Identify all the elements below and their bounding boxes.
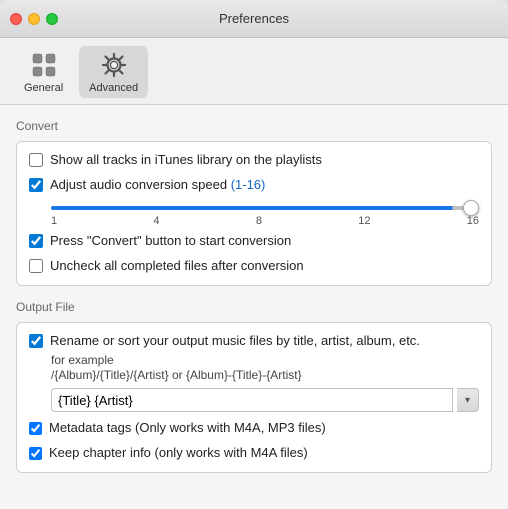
tick-1: 1 xyxy=(51,215,57,227)
show-all-tracks-row: Show all tracks in iTunes library on the… xyxy=(29,152,479,169)
general-tab-label: General xyxy=(24,82,63,94)
rename-label: Rename or sort your output music files b… xyxy=(50,333,420,350)
press-convert-row: Press "Convert" button to start conversi… xyxy=(29,233,479,250)
uncheck-completed-checkbox[interactable] xyxy=(29,259,43,273)
example-path: /{Album}/{Title}/{Artist} or {Album}-{Ti… xyxy=(51,368,479,382)
content-area: Convert Show all tracks in iTunes librar… xyxy=(0,105,508,509)
press-convert-checkbox[interactable] xyxy=(29,234,43,248)
advanced-tab-label: Advanced xyxy=(89,82,138,94)
close-button[interactable] xyxy=(10,13,22,25)
output-section-title: Output File xyxy=(16,300,492,314)
show-all-tracks-label: Show all tracks in iTunes library on the… xyxy=(50,152,322,169)
template-input[interactable] xyxy=(51,388,453,412)
tick-8: 8 xyxy=(256,215,262,227)
speed-slider[interactable] xyxy=(51,206,479,210)
titlebar: Preferences xyxy=(0,0,508,38)
adjust-speed-range: (1-16) xyxy=(231,177,266,192)
tab-advanced[interactable]: Advanced xyxy=(79,46,148,98)
minimize-button[interactable] xyxy=(28,13,40,25)
tick-4: 4 xyxy=(153,215,159,227)
chapter-row: Keep chapter info (only works with M4A f… xyxy=(29,445,479,462)
tick-12: 12 xyxy=(358,215,370,227)
press-convert-label: Press "Convert" button to start conversi… xyxy=(50,233,291,250)
gear-icon xyxy=(99,50,129,80)
adjust-speed-checkbox[interactable] xyxy=(29,178,43,192)
speed-slider-container: 1 4 8 12 16 xyxy=(51,198,479,227)
general-icon xyxy=(29,50,59,80)
adjust-speed-label: Adjust audio conversion speed (1-16) xyxy=(50,177,265,194)
show-all-tracks-checkbox[interactable] xyxy=(29,153,43,167)
uncheck-completed-row: Uncheck all completed files after conver… xyxy=(29,258,479,275)
rename-checkbox[interactable] xyxy=(29,334,43,348)
speed-slider-wrapper xyxy=(51,198,479,213)
tick-16: 16 xyxy=(467,215,479,227)
template-input-row: ▾ xyxy=(51,388,479,412)
dropdown-chevron-icon: ▾ xyxy=(465,395,470,406)
traffic-lights xyxy=(10,13,58,25)
convert-section-box: Show all tracks in iTunes library on the… xyxy=(16,141,492,286)
metadata-label: Metadata tags (Only works with M4A, MP3 … xyxy=(49,420,326,437)
chapter-checkbox[interactable] xyxy=(29,447,42,460)
window-title: Preferences xyxy=(219,11,289,26)
adjust-speed-row: Adjust audio conversion speed (1-16) xyxy=(29,177,479,194)
example-label: for example xyxy=(51,353,479,367)
metadata-row: Metadata tags (Only works with M4A, MP3 … xyxy=(29,420,479,437)
template-dropdown-button[interactable]: ▾ xyxy=(457,388,479,412)
maximize-button[interactable] xyxy=(46,13,58,25)
preferences-window: Preferences General xyxy=(0,0,508,509)
uncheck-completed-label: Uncheck all completed files after conver… xyxy=(50,258,304,275)
output-section-box: Rename or sort your output music files b… xyxy=(16,322,492,474)
rename-row: Rename or sort your output music files b… xyxy=(29,333,479,350)
chapter-label: Keep chapter info (only works with M4A f… xyxy=(49,445,308,462)
convert-section-title: Convert xyxy=(16,119,492,133)
toolbar: General Advanced xyxy=(0,38,508,105)
slider-ticks: 1 4 8 12 16 xyxy=(51,215,479,227)
metadata-checkbox[interactable] xyxy=(29,422,42,435)
tab-general[interactable]: General xyxy=(14,46,73,98)
